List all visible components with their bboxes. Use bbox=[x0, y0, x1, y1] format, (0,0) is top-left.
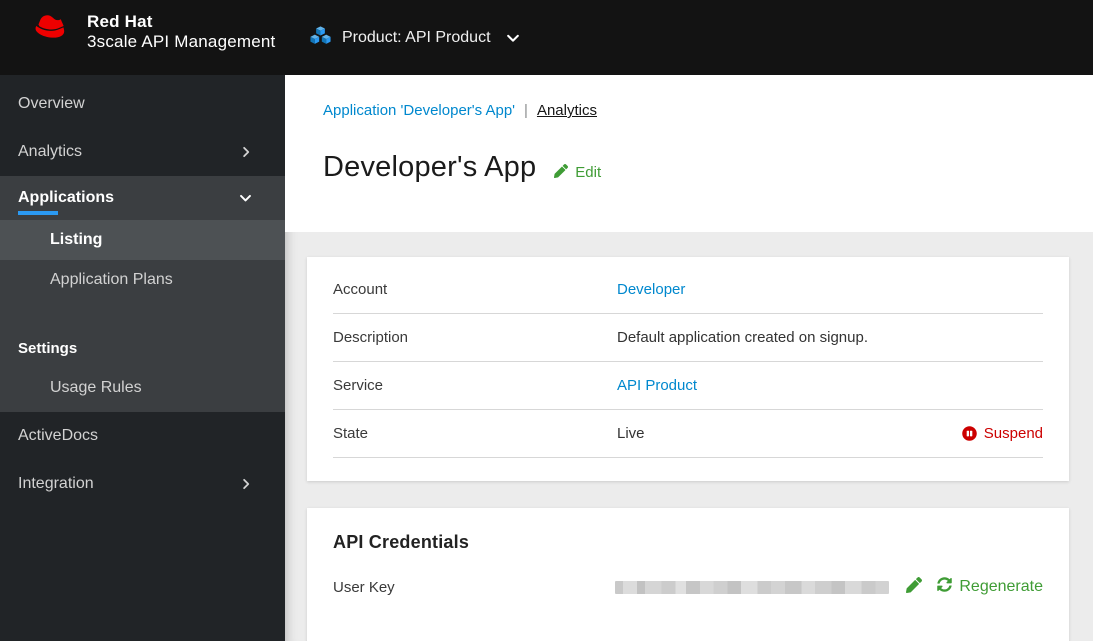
sidebar-item-label: ActiveDocs bbox=[18, 427, 99, 444]
description-value: Default application created on signup. bbox=[617, 329, 869, 346]
api-credentials-title: API Credentials bbox=[333, 532, 470, 552]
cards-area: Account Developer Description Default ap… bbox=[285, 232, 1093, 641]
suspend-link[interactable]: Suspend bbox=[962, 425, 1043, 442]
screen: Red Hat 3scale API Management Product: A… bbox=[0, 0, 1093, 641]
pause-circle-icon bbox=[962, 426, 977, 441]
breadcrumb: Application 'Developer's App' | Analytic… bbox=[323, 102, 1093, 119]
page-title: Developer's App bbox=[323, 151, 537, 183]
sidebar-item-label: Analytics bbox=[18, 143, 83, 160]
edit-application-link[interactable]: Edit bbox=[554, 163, 602, 182]
regenerate-label: Regenerate bbox=[959, 578, 1043, 595]
detail-label: Account bbox=[333, 281, 388, 298]
context-selector-label: Product: API Product bbox=[342, 28, 491, 46]
sync-icon bbox=[937, 577, 953, 597]
sidebar-item-label: Integration bbox=[18, 475, 94, 492]
breadcrumb-application-link[interactable]: Application 'Developer's App' bbox=[323, 102, 515, 119]
sidebar-item-settings[interactable]: Settings bbox=[0, 328, 285, 368]
sidebar-item-integration[interactable]: Integration bbox=[0, 460, 285, 508]
sidebar-item-analytics[interactable]: Analytics bbox=[0, 128, 285, 176]
user-key-value-redacted bbox=[614, 580, 890, 594]
app-header: Red Hat 3scale API Management Product: A… bbox=[0, 0, 1093, 75]
regenerate-key-link[interactable]: Regenerate bbox=[937, 577, 1043, 597]
detail-row-account: Account Developer bbox=[333, 266, 1043, 314]
edit-link-label: Edit bbox=[575, 164, 602, 181]
pencil-icon bbox=[554, 163, 569, 182]
nav-group-spacer bbox=[0, 300, 285, 328]
cubes-icon bbox=[310, 25, 331, 50]
sidebar-item-application-plans[interactable]: Application Plans bbox=[0, 260, 285, 300]
sidebar-item-listing[interactable]: Listing bbox=[0, 220, 285, 260]
sidebar-item-label: Settings bbox=[18, 339, 78, 357]
breadcrumb-separator: | bbox=[524, 102, 528, 119]
state-value: Live bbox=[617, 425, 645, 442]
user-key-label: User Key bbox=[333, 578, 395, 596]
brand-line1: Red Hat bbox=[87, 12, 153, 31]
sidebar-item-label: Application Plans bbox=[50, 271, 173, 288]
service-link[interactable]: API Product bbox=[617, 377, 697, 394]
chevron-right-icon bbox=[240, 478, 252, 490]
title-row: Developer's App Edit bbox=[323, 151, 1093, 184]
redhat-fedora-icon bbox=[33, 14, 73, 50]
brand-home-link[interactable]: Red Hat 3scale API Management bbox=[33, 12, 275, 52]
main-content: Application 'Developer's App' | Analytic… bbox=[285, 75, 1093, 641]
chevron-down-icon bbox=[239, 192, 252, 205]
brand-line2: 3scale API Management bbox=[87, 32, 276, 52]
detail-label: Service bbox=[333, 377, 384, 394]
breadcrumb-analytics-link[interactable]: Analytics bbox=[537, 102, 597, 119]
active-section-indicator bbox=[18, 211, 58, 215]
detail-row-service: Service API Product bbox=[333, 362, 1043, 410]
detail-row-description: Description Default application created … bbox=[333, 314, 1043, 362]
detail-label: Description bbox=[333, 329, 409, 346]
api-credentials-card: API Credentials User Key Regenerate bbox=[307, 508, 1069, 641]
account-link[interactable]: Developer bbox=[617, 281, 685, 298]
sidebar-item-applications[interactable]: Applications bbox=[0, 176, 285, 220]
pencil-icon bbox=[906, 577, 923, 597]
brand-text: Red Hat 3scale API Management bbox=[87, 12, 275, 52]
user-key-row: User Key Regenerate bbox=[333, 577, 1043, 597]
sidebar-item-label: Applications bbox=[18, 189, 115, 206]
context-selector-toggle[interactable]: Product: API Product bbox=[310, 0, 520, 75]
application-details-card: Account Developer Description Default ap… bbox=[307, 257, 1069, 481]
sidebar-item-activedocs[interactable]: ActiveDocs bbox=[0, 412, 285, 460]
edit-user-key-button[interactable] bbox=[906, 577, 923, 597]
chevron-right-icon bbox=[240, 146, 252, 158]
sidebar-item-label: Usage Rules bbox=[50, 379, 142, 396]
sidebar-group-applications: Applications Listing Application Plans S… bbox=[0, 176, 285, 412]
page-header-section: Application 'Developer's App' | Analytic… bbox=[285, 75, 1093, 232]
chevron-down-icon bbox=[506, 31, 520, 45]
sidebar-item-overview[interactable]: Overview bbox=[0, 80, 285, 128]
suspend-label: Suspend bbox=[983, 425, 1043, 442]
detail-row-state: State Live Suspend bbox=[333, 410, 1043, 458]
sidebar-item-label: Listing bbox=[50, 231, 103, 248]
sidebar-item-usage-rules[interactable]: Usage Rules bbox=[0, 368, 285, 408]
detail-label: State bbox=[333, 425, 369, 442]
sidebar-nav: Overview Analytics Applications Listing … bbox=[0, 75, 285, 641]
sidebar-item-label: Overview bbox=[18, 95, 85, 112]
